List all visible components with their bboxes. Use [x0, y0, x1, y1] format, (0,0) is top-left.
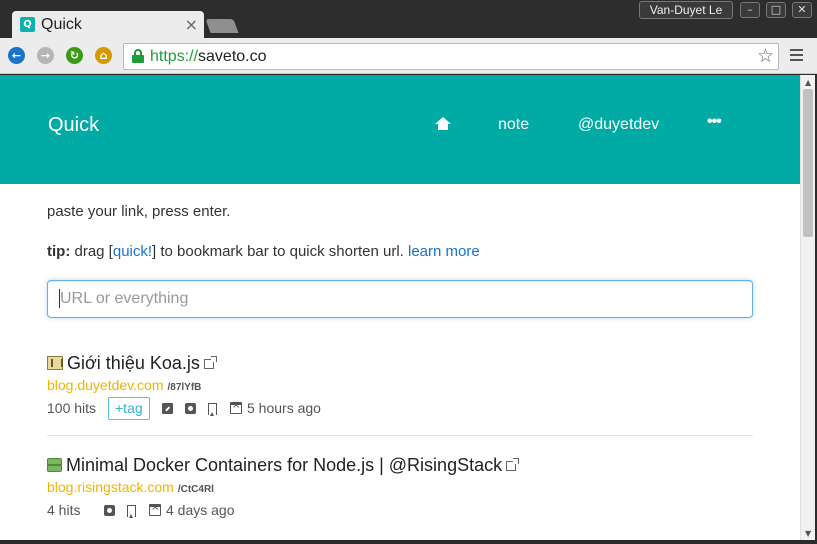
edit-icon[interactable]	[162, 403, 173, 414]
bookmark-star-icon[interactable]: ☆	[757, 45, 774, 67]
browser-toolbar: ← → ↻ ⌂ https://saveto.co ☆	[0, 38, 817, 74]
reload-icon[interactable]: ↻	[66, 47, 83, 64]
tip-label: tip:	[47, 243, 71, 260]
lock-icon	[132, 49, 144, 63]
address-url[interactable]: https://saveto.co	[150, 48, 267, 66]
home-icon[interactable]: ⌂	[95, 47, 112, 64]
text-caret	[59, 289, 60, 308]
link-time: 5 hours ago	[247, 400, 321, 416]
calendar-icon	[149, 502, 161, 516]
bookmark-icon[interactable]	[208, 403, 217, 416]
koa-emoji-icon	[47, 356, 63, 370]
new-tab-button[interactable]	[205, 19, 239, 33]
address-bar[interactable]: https://saveto.co ☆	[123, 43, 779, 70]
quick-bookmarklet-link[interactable]: quick!	[113, 243, 152, 260]
external-link-icon[interactable]	[203, 356, 217, 369]
forward-icon[interactable]: →	[37, 47, 54, 64]
add-tag-button[interactable]: +tag	[108, 397, 150, 420]
share-icon[interactable]	[185, 403, 196, 414]
browser-tab[interactable]: Q Quick ×	[12, 11, 204, 38]
scroll-down-icon[interactable]: ▼	[805, 529, 811, 538]
page-viewport: Quick note @duyetdev ••• paste your link…	[0, 75, 800, 540]
external-link-icon[interactable]	[506, 458, 520, 471]
calendar-icon	[230, 400, 242, 414]
profile-button[interactable]: Van-Duyet Le	[639, 1, 733, 19]
learn-more-link[interactable]: learn more	[408, 243, 480, 260]
back-icon[interactable]: ←	[8, 47, 25, 64]
url-input[interactable]	[47, 280, 753, 318]
window-bottom-frame	[0, 540, 817, 544]
nav-more-icon[interactable]: •••	[707, 113, 722, 131]
hits-count: 100 hits	[47, 400, 97, 416]
link-time: 4 days ago	[166, 502, 235, 518]
short-code[interactable]: /CtC4Rl	[178, 484, 214, 495]
instruction-text: paste your link, press enter.	[47, 203, 231, 220]
short-code[interactable]: /87lYfB	[167, 382, 201, 393]
maximize-button[interactable]: □	[766, 2, 786, 18]
link-title[interactable]: Giới thiệu Koa.js	[47, 353, 217, 374]
nav-note[interactable]: note	[498, 116, 529, 134]
close-window-button[interactable]: ✕	[792, 2, 812, 18]
tip-text: tip: drag [quick!] to bookmark bar to qu…	[47, 243, 480, 260]
site-header: Quick note @duyetdev •••	[0, 75, 800, 184]
share-icon[interactable]	[104, 505, 115, 516]
minimize-button[interactable]: –	[740, 2, 760, 18]
vertical-scrollbar[interactable]: ▲ ▼	[800, 75, 815, 540]
menu-icon[interactable]	[790, 49, 803, 64]
window-titlebar: Q Quick × Van-Duyet Le – □ ✕	[0, 0, 817, 38]
nav-user[interactable]: @duyetdev	[578, 116, 659, 134]
tab-close-icon[interactable]: ×	[185, 15, 198, 34]
site-brand[interactable]: Quick	[48, 114, 99, 137]
package-emoji-icon	[47, 458, 62, 472]
divider	[47, 435, 753, 436]
link-title[interactable]: Minimal Docker Containers for Node.js | …	[47, 455, 520, 476]
nav-home-icon[interactable]	[435, 117, 451, 133]
tab-title: Quick	[41, 16, 82, 33]
link-host[interactable]: blog.duyetdev.com/87lYfB	[47, 377, 201, 393]
link-host[interactable]: blog.risingstack.com/CtC4Rl	[47, 479, 214, 495]
scroll-up-icon[interactable]: ▲	[805, 78, 811, 87]
search-wrapper	[47, 280, 753, 318]
scroll-thumb[interactable]	[803, 89, 813, 237]
hits-count: 4 hits	[47, 502, 81, 518]
favicon-icon: Q	[20, 17, 35, 32]
bookmark-icon[interactable]	[127, 505, 136, 518]
